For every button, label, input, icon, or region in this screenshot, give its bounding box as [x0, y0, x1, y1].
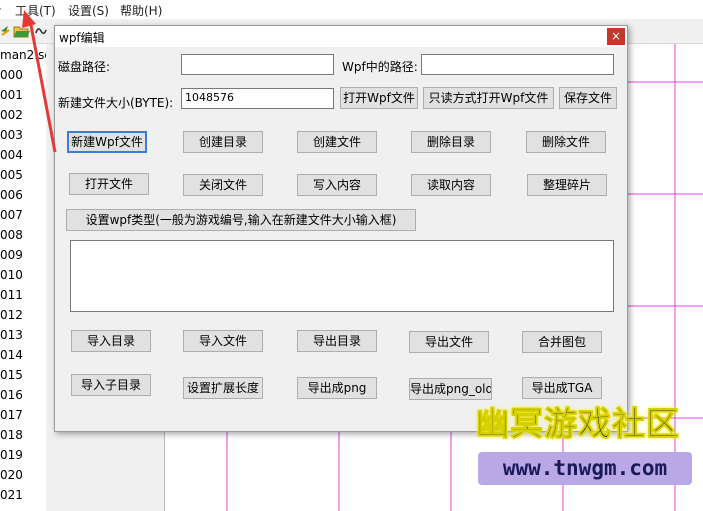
watermark-url: www.tnwgm.com — [478, 452, 692, 485]
watermark-logo: 幽冥游戏社区 — [476, 404, 680, 444]
